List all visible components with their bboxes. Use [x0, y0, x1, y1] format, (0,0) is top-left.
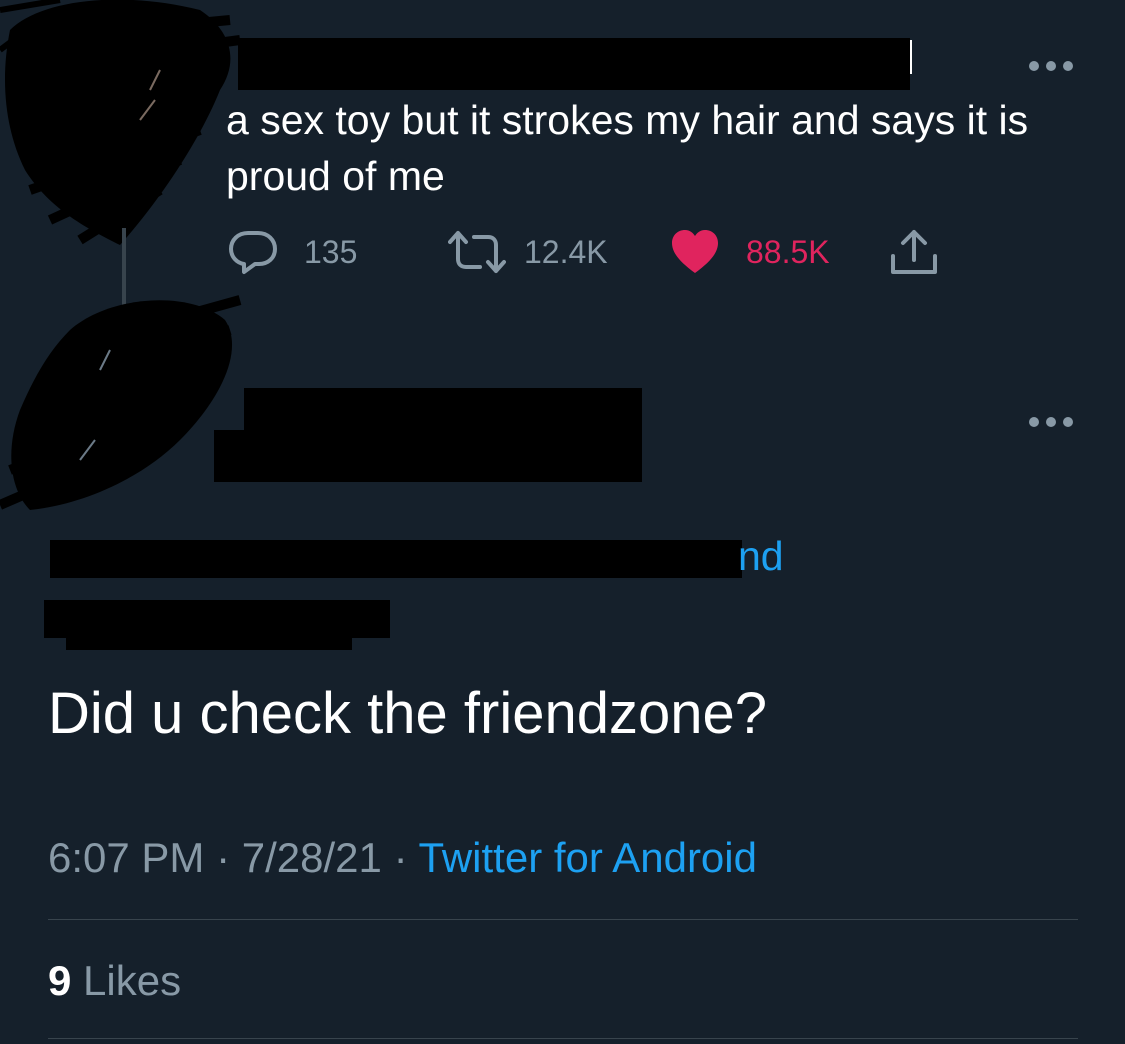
redacted-avatar	[0, 0, 241, 245]
divider	[48, 919, 1078, 920]
likes-count: 9	[48, 957, 72, 1004]
share-button[interactable]	[888, 228, 940, 276]
heart-filled-icon	[672, 230, 718, 273]
replying-to-fragment[interactable]: nd	[738, 530, 784, 582]
divider	[48, 1038, 1078, 1039]
tweet-source-link[interactable]: Twitter for Android	[419, 834, 757, 881]
meta-separator: ·	[216, 834, 231, 881]
retweet-icon	[448, 231, 506, 273]
likes-summary[interactable]: 9 Likes	[48, 955, 181, 1007]
meta-separator: ·	[393, 834, 408, 881]
tweet-date: 7/28/21	[241, 834, 382, 881]
like-button[interactable]: 88.5K	[670, 228, 830, 276]
redaction-edge	[910, 40, 912, 74]
share-icon	[891, 230, 937, 274]
redacted-handle	[214, 430, 642, 482]
redacted-replying-to-line2b	[66, 620, 352, 650]
redacted-name	[238, 38, 910, 90]
reply-tweet-text: Did u check the friendzone?	[48, 681, 767, 746]
more-horizontal-icon[interactable]	[1028, 44, 1074, 78]
redacted-replying-to	[50, 540, 742, 578]
reply-icon	[229, 231, 277, 274]
likes-label: Likes	[83, 957, 182, 1004]
tweet-metadata: 6:07 PM · 7/28/21 · Twitter for Android	[48, 832, 757, 884]
retweet-button[interactable]: 12.4K	[448, 228, 608, 276]
parent-tweet-text: a sex toy but it strokes my hair and say…	[226, 97, 1029, 199]
reply-button[interactable]: 135	[228, 228, 357, 276]
tweet-time: 6:07 PM	[48, 834, 205, 881]
redacted-avatar	[0, 295, 242, 510]
more-horizontal-icon[interactable]	[1028, 400, 1074, 434]
like-count: 88.5K	[746, 233, 830, 270]
retweet-count: 12.4K	[524, 233, 608, 270]
reply-count: 135	[304, 233, 358, 270]
